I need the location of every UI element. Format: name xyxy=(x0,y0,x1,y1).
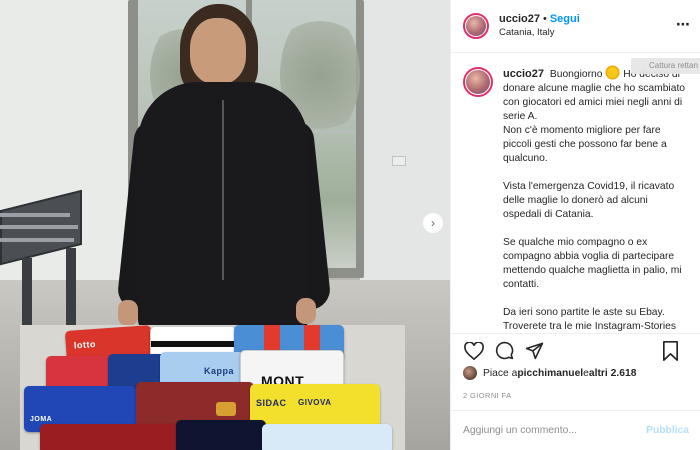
foosball-rod xyxy=(0,238,74,242)
caption-section: uccio27 Buongiorno Ho deciso di donare a… xyxy=(451,53,700,333)
wall-outlet xyxy=(392,156,406,166)
follow-button[interactable]: Segui xyxy=(550,12,580,26)
jersey xyxy=(262,424,392,450)
likes-count-link[interactable]: altri 2.618 xyxy=(589,368,637,379)
instagram-post: lotto Kappa MONT JOMA SIDAC GIVOVA › ucc… xyxy=(0,0,700,450)
share-icon[interactable] xyxy=(523,340,545,362)
post-photo[interactable]: lotto Kappa MONT JOMA SIDAC GIVOVA › xyxy=(0,0,450,450)
caption-paragraph: Vista l'emergenza Covid19, il ricavato d… xyxy=(503,181,675,220)
heart-icon[interactable] xyxy=(463,340,485,362)
jersey-brand: Kappa xyxy=(204,366,235,376)
post-timestamp[interactable]: 2 GIORNI FA xyxy=(463,391,512,400)
caption-text: uccio27 Buongiorno Ho deciso di donare a… xyxy=(503,67,689,333)
likes-prefix: Piace a xyxy=(483,367,518,379)
jersey-brand: lotto xyxy=(73,338,97,351)
location-link[interactable]: Catania, Italy xyxy=(499,26,580,40)
username-link[interactable]: uccio27 xyxy=(499,12,540,26)
carousel-next-button[interactable]: › xyxy=(423,213,443,233)
comment-bar: Pubblica xyxy=(451,410,700,450)
avatar[interactable] xyxy=(463,13,489,39)
jersey-stripe xyxy=(151,341,237,347)
caption-paragraph: Se qualche mio compagno o ex compagno ab… xyxy=(503,237,682,290)
post-header-text: uccio27 • Segui Catania, Italy xyxy=(499,12,580,40)
caption-greeting: Buongiorno xyxy=(549,69,603,80)
liker-username-link[interactable]: picchimanuel xyxy=(517,368,583,379)
comment-icon[interactable] xyxy=(493,340,515,362)
likes-summary: Piace a picchimanuel e altri 2.618 xyxy=(463,366,636,380)
caption-line: Non c'è momento migliore per fare piccol… xyxy=(503,125,667,164)
jersey xyxy=(40,424,180,450)
comment-input[interactable] xyxy=(463,425,647,436)
jersey-sponsor: SIDAC xyxy=(256,398,287,408)
jersey-brand: JOMA xyxy=(30,416,53,423)
jersey xyxy=(176,420,266,450)
person-hand xyxy=(118,300,138,326)
jersey-brand: GIVOVA xyxy=(298,398,332,407)
avatar-image xyxy=(466,70,490,94)
foosball-rod xyxy=(0,213,70,217)
caption-paragraph: Da ieri sono partite le aste su Ebay. Tr… xyxy=(503,307,677,332)
wall xyxy=(360,0,450,280)
publish-button[interactable]: Pubblica xyxy=(646,425,689,436)
post-header: uccio27 • Segui Catania, Italy ⋯ xyxy=(451,0,700,53)
avatar-image xyxy=(466,16,486,36)
sun-emoji-icon xyxy=(607,67,619,78)
liker-avatar[interactable] xyxy=(463,366,477,380)
hoodie-zip xyxy=(222,100,224,280)
post-side-panel: uccio27 • Segui Catania, Italy ⋯ uccio27… xyxy=(450,0,700,450)
caption-username[interactable]: uccio27 xyxy=(503,68,544,80)
jersey-badge xyxy=(216,402,236,416)
person-face xyxy=(190,18,246,84)
bookmark-icon[interactable] xyxy=(659,340,681,362)
person-hand xyxy=(296,298,316,324)
avatar[interactable] xyxy=(463,67,493,97)
capture-tooltip: Cattura rettan xyxy=(631,58,700,74)
separator-dot: • xyxy=(542,13,547,25)
foosball-rod xyxy=(0,225,78,229)
action-bar xyxy=(451,333,700,367)
more-options-icon[interactable]: ⋯ xyxy=(676,16,691,33)
